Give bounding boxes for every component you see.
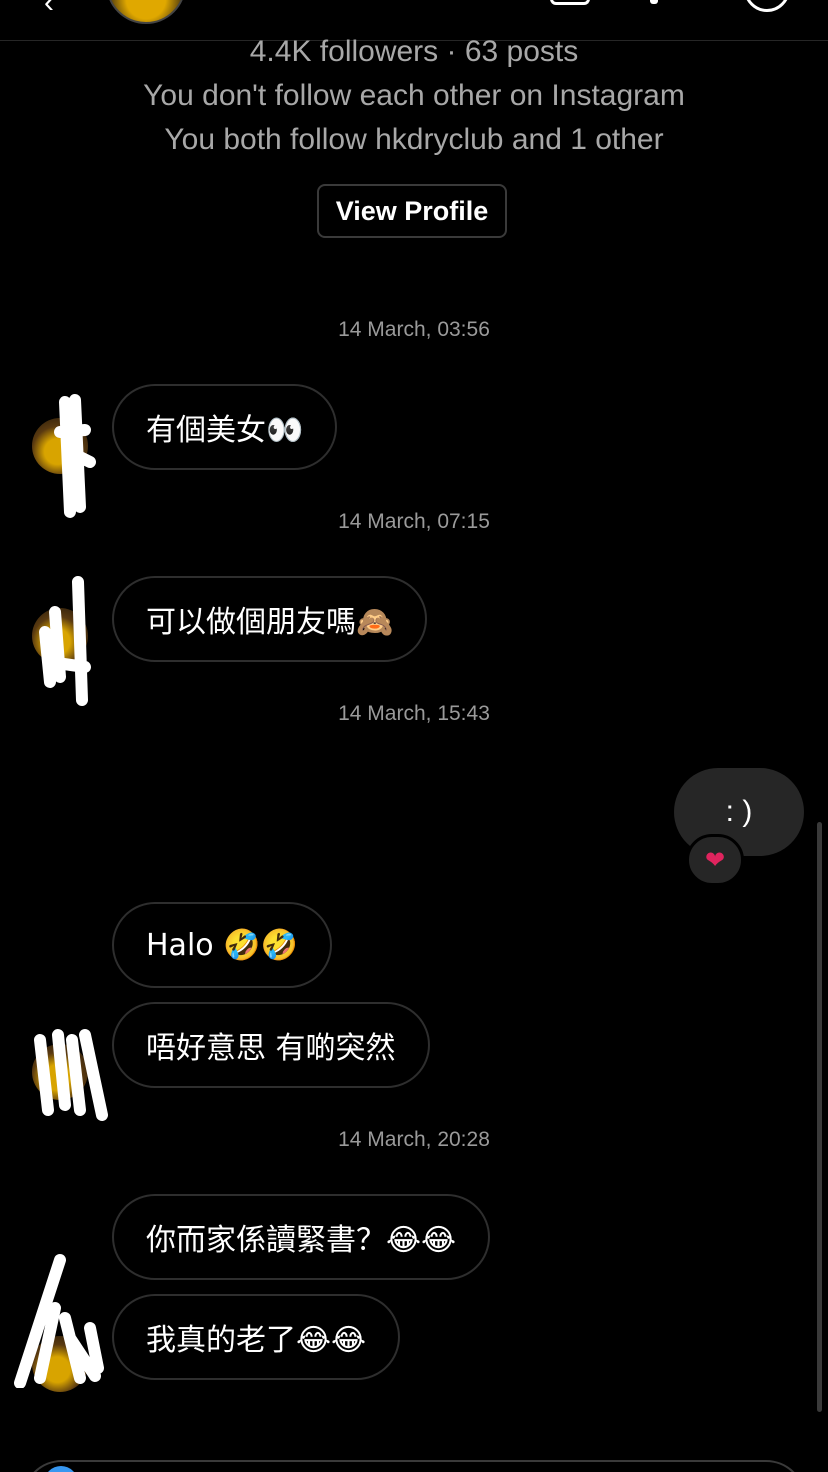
info-icon[interactable]	[744, 0, 790, 12]
message-composer[interactable]	[22, 1460, 806, 1472]
profile-stats: 4.4K followers · 63 posts	[249, 35, 579, 68]
avatar[interactable]	[106, 0, 186, 24]
camera-icon[interactable]	[44, 1466, 78, 1472]
timestamp: 14 March, 07:15	[338, 510, 490, 533]
message-bubble[interactable]: 可以做個朋友嗎🙈	[112, 576, 428, 662]
message-bubble[interactable]: 我真的老了😂😂	[112, 1294, 401, 1380]
timestamp: 14 March, 03:56	[338, 318, 490, 341]
mutual-followers: You both follow hkdryclub and 1 other	[164, 123, 664, 156]
dm-thread-screen: ‹ 4.4K followers · 63 posts You don't fo…	[0, 0, 828, 1472]
chevron-left-icon[interactable]: ‹	[44, 0, 54, 20]
heart-reaction-icon[interactable]: ❤	[686, 834, 744, 886]
message-bubble[interactable]: 有個美女👀	[112, 384, 338, 470]
scrollbar[interactable]	[817, 822, 822, 1412]
redaction-scribble	[39, 576, 91, 706]
timestamp: 14 March, 15:43	[338, 702, 490, 725]
follow-status: You don't follow each other on Instagram	[143, 79, 685, 112]
message-bubble[interactable]: 你而家係讀緊書？😂😂	[112, 1194, 491, 1280]
phone-icon[interactable]	[550, 0, 590, 5]
redaction-scribble	[14, 1254, 104, 1388]
message-bubble[interactable]: Halo 🤣🤣	[112, 902, 332, 988]
video-icon[interactable]	[650, 0, 658, 4]
message-bubble[interactable]: 唔好意思 有啲突然	[112, 1002, 430, 1088]
profile-summary: 4.4K followers · 63 posts You don't foll…	[0, 30, 828, 162]
timestamp: 14 March, 20:28	[338, 1128, 490, 1151]
view-profile-button[interactable]: View Profile	[317, 184, 507, 238]
